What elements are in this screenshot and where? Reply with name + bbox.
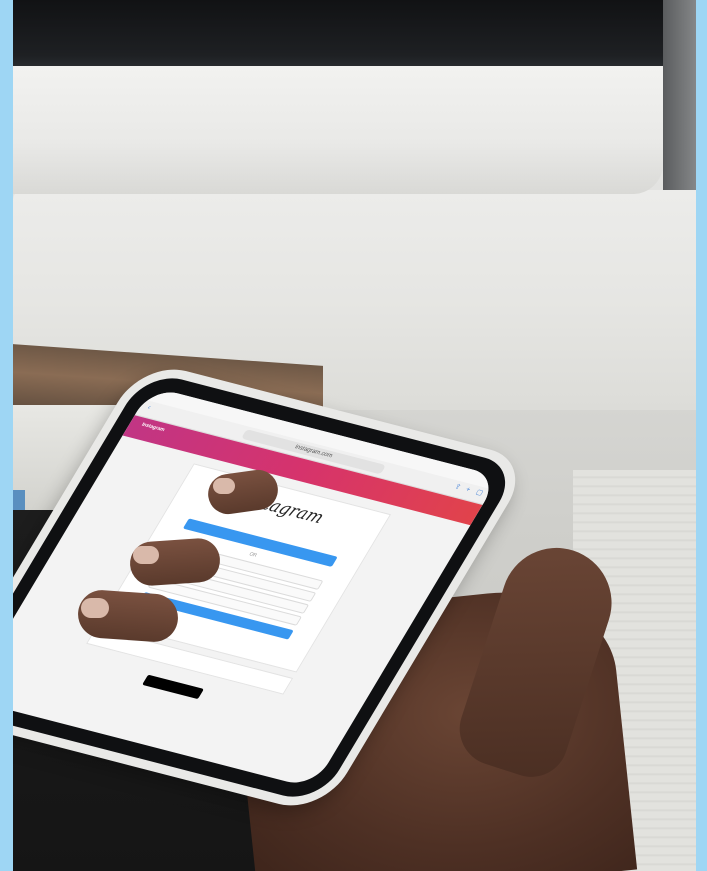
share-icon: ⇪	[452, 483, 463, 492]
photo: ‹ instagram.com ⇪ + ▢ Instagram Instagra…	[13, 0, 696, 871]
app-store-badge[interactable]	[142, 674, 204, 700]
monitor-chin	[13, 66, 663, 194]
fingernail	[213, 478, 235, 494]
back-icon: ‹	[145, 404, 153, 412]
banner-title: Instagram	[140, 421, 166, 434]
fingernail	[81, 598, 109, 618]
image-frame: ‹ instagram.com ⇪ + ▢ Instagram Instagra…	[0, 0, 707, 871]
fingernail	[133, 546, 159, 564]
monitor-screen	[13, 0, 673, 70]
tabs-icon: ▢	[474, 488, 485, 497]
